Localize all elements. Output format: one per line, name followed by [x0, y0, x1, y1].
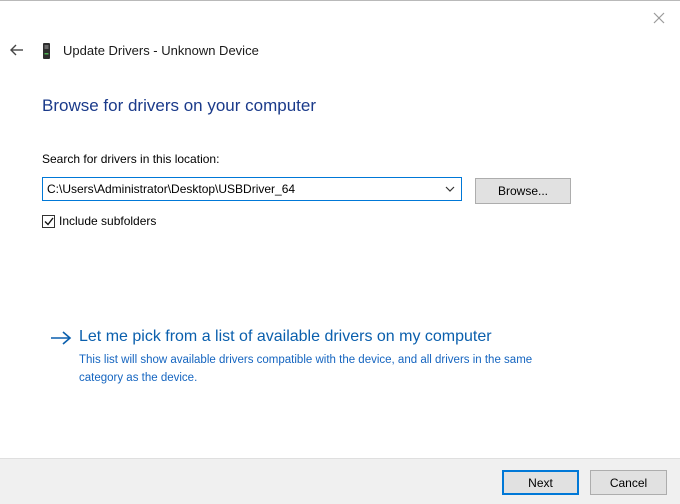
- arrow-right-icon: [51, 331, 72, 345]
- checkmark-icon: [44, 217, 54, 226]
- chevron-down-icon: [445, 186, 455, 192]
- cancel-button[interactable]: Cancel: [590, 470, 667, 495]
- browse-button[interactable]: Browse...: [475, 178, 571, 204]
- pick-driver-description: This list will show available drivers co…: [79, 354, 533, 384]
- back-arrow-icon: [10, 44, 23, 56]
- window-title: Update Drivers - Unknown Device: [63, 43, 259, 58]
- pick-driver-list-link[interactable]: Let me pick from a list of available dri…: [79, 328, 492, 346]
- include-subfolders-option[interactable]: Include subfolders: [42, 213, 156, 229]
- path-dropdown-button[interactable]: [439, 178, 461, 200]
- next-button[interactable]: Next: [502, 470, 579, 495]
- dialog-footer: Next Cancel: [0, 458, 680, 504]
- page-heading: Browse for drivers on your computer: [42, 96, 316, 115]
- include-subfolders-checkbox[interactable]: [42, 214, 55, 228]
- back-button[interactable]: [6, 39, 28, 61]
- usb-device-icon: [43, 43, 50, 59]
- update-drivers-dialog: Update Drivers - Unknown Device Browse f…: [0, 0, 680, 504]
- include-subfolders-label: Include subfolders: [59, 214, 157, 228]
- search-location-label: Search for drivers in this location:: [42, 152, 220, 166]
- close-icon: [653, 12, 665, 24]
- driver-path-combobox[interactable]: [42, 177, 462, 201]
- close-button[interactable]: [644, 5, 674, 31]
- driver-path-input[interactable]: [43, 178, 437, 200]
